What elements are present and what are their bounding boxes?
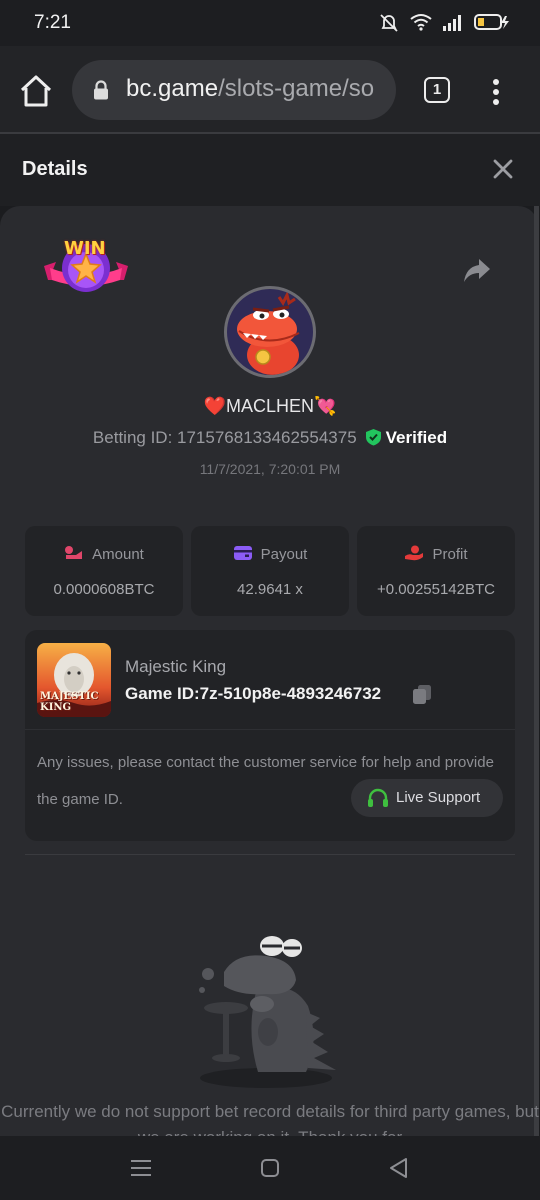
coins-icon bbox=[65, 546, 83, 559]
verified-shield-icon bbox=[365, 429, 381, 446]
payout-stat: Payout 42.9641 x bbox=[191, 526, 349, 616]
status-icons bbox=[378, 12, 510, 32]
live-support-label: Live Support bbox=[396, 789, 481, 806]
signal-icon bbox=[443, 15, 461, 31]
headset-icon bbox=[368, 788, 388, 807]
page-title: Details bbox=[22, 158, 88, 180]
hand-coin-icon bbox=[405, 545, 424, 561]
scrollbar[interactable] bbox=[534, 206, 539, 1136]
amount-stat: Amount 0.0000608BTC bbox=[25, 526, 183, 616]
section-divider bbox=[25, 854, 515, 855]
battery-icon bbox=[474, 14, 509, 30]
wifi-icon bbox=[410, 14, 432, 31]
thumbnail-text: MAJESTIC KING bbox=[40, 691, 99, 713]
wallet-icon bbox=[233, 546, 252, 560]
lock-icon bbox=[94, 80, 108, 100]
stat-value: 42.9641 x bbox=[237, 581, 303, 598]
bet-datetime: 11/7/2021, 7:20:01 PM bbox=[199, 461, 341, 477]
betting-id-row: Betting ID: 1715768133462554375 Verified bbox=[0, 428, 540, 448]
stat-value: +0.00255142BTC bbox=[376, 581, 495, 598]
status-time: 7:21 bbox=[34, 12, 71, 33]
back-icon[interactable] bbox=[388, 1157, 408, 1179]
game-panel: MAJESTIC KING Majestic King Game ID:7z-5… bbox=[25, 630, 515, 841]
game-name: Majestic King bbox=[125, 657, 227, 676]
game-id: Game ID:7z-510p8e-4893246732 bbox=[125, 684, 382, 703]
live-support-button[interactable]: Live Support bbox=[351, 779, 503, 817]
game-thumbnail[interactable]: MAJESTIC KING bbox=[37, 643, 111, 717]
url-path: /slots-game/so bbox=[218, 75, 375, 102]
home-icon[interactable] bbox=[18, 74, 54, 108]
browser-toolbar: bc.game/slots-game/so 1 bbox=[0, 46, 540, 134]
profit-stat: Profit +0.00255142BTC bbox=[357, 526, 515, 616]
stat-title: Profit bbox=[357, 545, 515, 563]
url-domain: bc.game bbox=[126, 75, 219, 102]
more-menu-icon[interactable] bbox=[492, 78, 500, 106]
avatar bbox=[224, 286, 316, 378]
betting-id: Betting ID: 1715768133462554375 bbox=[92, 428, 357, 447]
stat-title: Payout bbox=[191, 545, 349, 563]
username: ❤️MACLHEN💘 bbox=[203, 396, 337, 416]
mute-icon bbox=[380, 14, 398, 32]
crocodile-illustration-icon bbox=[199, 936, 336, 1088]
stat-title: Amount bbox=[25, 545, 183, 563]
panel-divider bbox=[25, 729, 515, 730]
share-icon[interactable] bbox=[462, 256, 492, 284]
details-header: Details bbox=[0, 134, 540, 206]
recent-apps-icon[interactable] bbox=[130, 1158, 152, 1178]
win-badge: WIN bbox=[42, 236, 130, 302]
tab-count-button[interactable]: 1 bbox=[424, 77, 450, 103]
url-text: bc.game/slots-game/so bbox=[126, 75, 374, 103]
home-nav-icon[interactable] bbox=[260, 1158, 280, 1178]
copy-icon[interactable] bbox=[412, 684, 432, 705]
close-icon[interactable] bbox=[492, 158, 514, 180]
unsupported-notice: Currently we do not support bet record d… bbox=[1, 1102, 539, 1137]
stat-value: 0.0000608BTC bbox=[53, 581, 155, 598]
win-badge-text: WIN bbox=[64, 238, 106, 259]
system-nav-bar bbox=[0, 1136, 540, 1200]
verified-label: Verified bbox=[385, 428, 448, 447]
address-bar[interactable]: bc.game/slots-game/so bbox=[72, 60, 396, 120]
crocodile-avatar-icon bbox=[237, 290, 300, 375]
status-bar: 7:21 bbox=[0, 0, 540, 46]
